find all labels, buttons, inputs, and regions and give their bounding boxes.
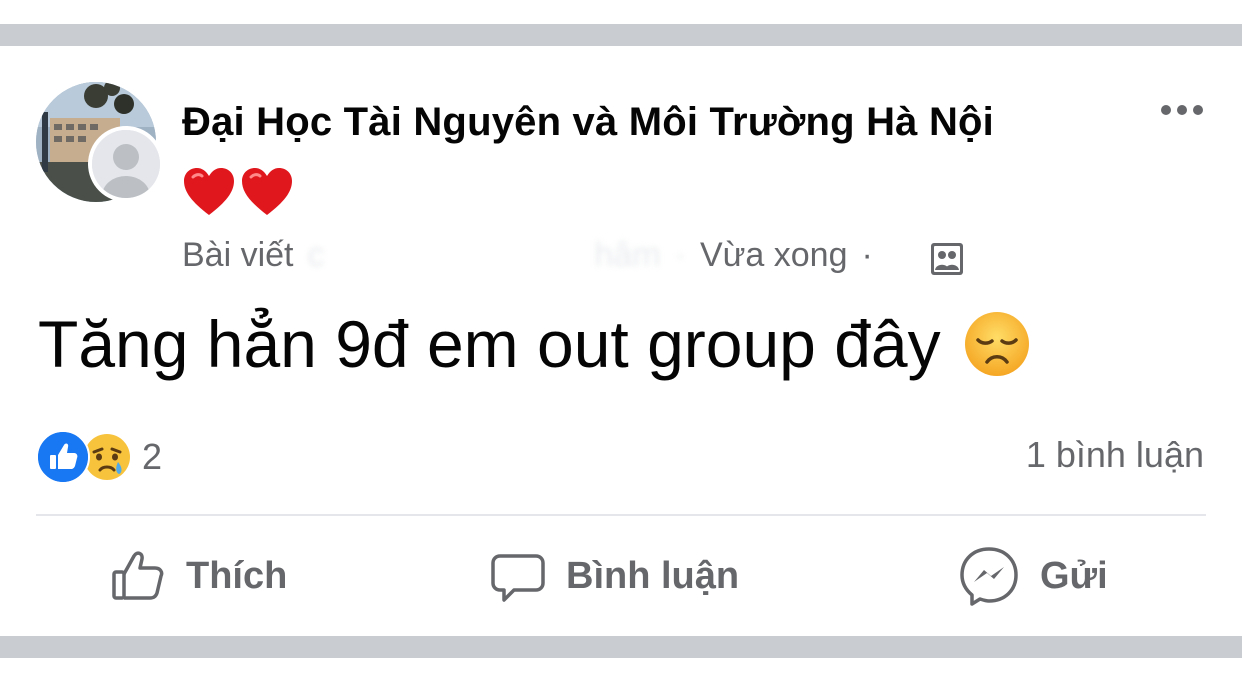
author-hearts: [182, 166, 294, 224]
user-avatar[interactable]: [88, 126, 164, 202]
thumbs-up-icon: [112, 551, 164, 600]
post-author-name[interactable]: Đại Học Tài Nguyên và Môi Trường Hà Nội: [182, 100, 994, 145]
disappointed-face-icon: [964, 312, 1029, 376]
meta-redacted-1: c: [307, 236, 325, 274]
speech-bubble-icon: [491, 554, 545, 602]
group-avatar[interactable]: [36, 82, 164, 202]
post-text: Tăng hẳn 9đ em out group đây: [38, 307, 941, 381]
action-divider: [36, 514, 1206, 516]
like-button[interactable]: Thích: [110, 544, 287, 608]
messenger-icon: [960, 547, 1018, 606]
reaction-summary[interactable]: 2: [36, 430, 162, 484]
post-meta: Bài viết c hâm · Vừa xong ·: [182, 236, 873, 275]
reaction-count: 2: [142, 436, 163, 477]
dot-icon: [1177, 105, 1187, 115]
red-heart-icon: [184, 168, 234, 215]
meta-prefix: Bài viết: [182, 236, 294, 274]
post-time[interactable]: Vừa xong: [700, 236, 848, 274]
send-button[interactable]: Gửi: [958, 544, 1108, 608]
post-content: Tăng hẳn 9đ em out group đây: [38, 306, 1031, 382]
send-label: Gửi: [1040, 554, 1108, 597]
meta-redacted-2: hâm: [594, 236, 661, 274]
comment-button[interactable]: Bình luận: [490, 544, 739, 608]
meta-separator-1: ·: [674, 236, 686, 274]
like-label: Thích: [186, 554, 288, 597]
default-profile-icon: [92, 130, 160, 198]
group-audience-icon: [931, 243, 963, 275]
dot-icon: [1161, 105, 1171, 115]
more-options-button[interactable]: [1152, 90, 1212, 130]
comment-count[interactable]: 1 bình luận: [1026, 434, 1204, 476]
red-heart-icon: [242, 168, 292, 215]
bottom-separator: [0, 636, 1242, 658]
dot-icon: [1193, 105, 1203, 115]
like-reaction-icon: [36, 430, 90, 484]
post-card: Đại Học Tài Nguyên và Môi Trường Hà Nội …: [0, 0, 1242, 690]
comment-label: Bình luận: [566, 554, 740, 597]
top-separator: [0, 24, 1242, 46]
meta-separator-2: ·: [861, 236, 873, 274]
